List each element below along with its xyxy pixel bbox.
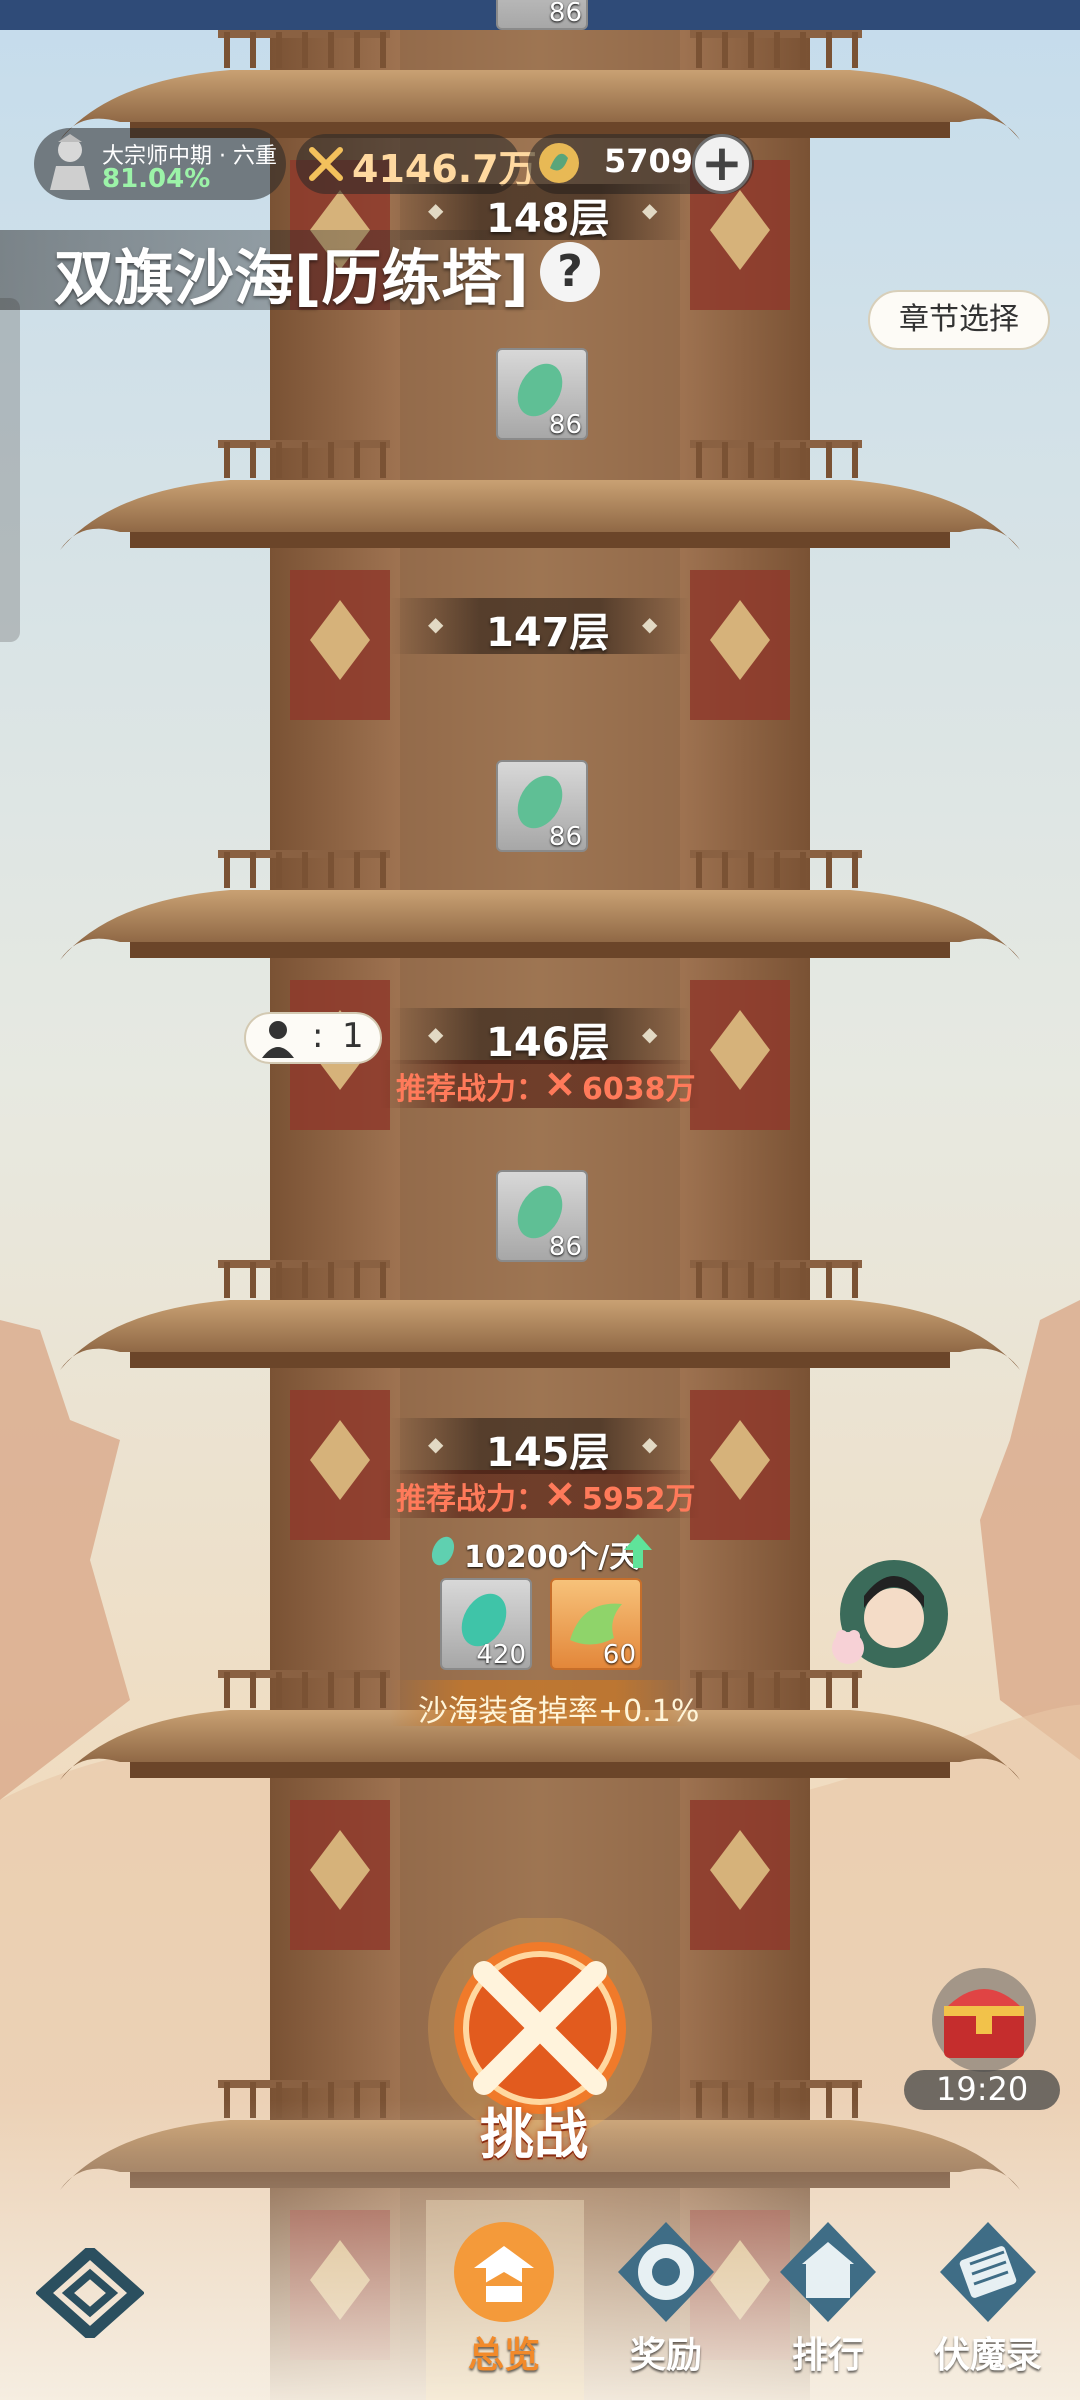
help-button[interactable]: ? [540, 242, 600, 302]
nav-label: 奖励 [629, 2335, 702, 2376]
chest-timer: 19:20 [936, 2070, 1029, 2108]
diamond-ornament-icon: ◆ [642, 612, 658, 636]
nav-label: 伏魔录 [933, 2335, 1042, 2376]
page-title: 双旗沙海[历练塔] [54, 244, 529, 314]
nav-item-demon-record[interactable]: 伏魔录 [918, 2216, 1058, 2396]
floor-label-147: 147层 [486, 610, 610, 656]
recommend-label: 推荐战力： [396, 1072, 546, 1107]
jade-coin-icon [539, 143, 579, 183]
nav-label: 总览 [467, 2335, 540, 2376]
arrow-up-icon [624, 1534, 652, 1568]
reward-count: 86 [548, 0, 582, 28]
player-count-value: 1 [342, 1016, 364, 1056]
reward-count: 420 [476, 1640, 526, 1670]
crossed-swords-icon [309, 147, 343, 181]
challenge-label[interactable]: 挑战 [480, 2090, 588, 2169]
add-currency-button[interactable]: + [692, 134, 752, 194]
recommend-value: 5952万 [582, 1482, 696, 1517]
recommend-label: 推荐战力： [396, 1482, 546, 1517]
pagoda-icon [454, 2222, 554, 2322]
diamond-ornament-icon: ◆ [428, 198, 444, 222]
pagoda-eave [130, 532, 950, 548]
pagoda-eave [130, 1352, 950, 1368]
player-count-separator: : [312, 1016, 324, 1056]
diamond-ornament-icon: ◆ [428, 612, 444, 636]
pagoda-eave [130, 1762, 950, 1778]
diamond-ornament-icon: ◆ [428, 1432, 444, 1456]
crossed-swords-icon [548, 1482, 572, 1506]
daily-output: 10200个/天 [464, 1540, 640, 1575]
nav-item-overview[interactable]: 总览 [434, 2216, 574, 2396]
ranking-icon [780, 2222, 876, 2322]
crossed-swords-icon [548, 1072, 572, 1096]
recommend-value: 6038万 [582, 1072, 696, 1107]
reward-count: 60 [602, 1640, 636, 1670]
nav-label: 排行 [791, 2335, 864, 2376]
reward-count: 86 [548, 1232, 582, 1262]
nav-item-rewards[interactable]: 奖励 [596, 2216, 736, 2396]
rank-progress-percent: 81.04% [102, 164, 211, 194]
treasure-chest-icon[interactable] [916, 1962, 1052, 2072]
user-icon [262, 1021, 294, 1058]
side-drawer-tab[interactable] [0, 298, 20, 642]
diamond-ornament-icon: ◆ [642, 1432, 658, 1456]
rank-emblem-icon [50, 134, 90, 190]
reward-count: 86 [548, 822, 582, 852]
currency-value: 5709 [604, 142, 694, 180]
diamond-ornament-icon: ◆ [642, 198, 658, 222]
drop-rate-bonus: 沙海装备掉率+0.1% [418, 1694, 700, 1729]
character-avatar[interactable] [820, 1556, 952, 1684]
chapter-select-button[interactable]: 章节选择 [868, 290, 1050, 350]
nav-item-ranking[interactable]: 排行 [758, 2216, 898, 2396]
diamond-ornament-icon: ◆ [642, 1022, 658, 1046]
menu-logo-icon[interactable] [36, 2248, 144, 2338]
reward-count: 86 [548, 410, 582, 440]
scroll-icon [940, 2222, 1036, 2322]
pagoda-eave [130, 942, 950, 958]
jade-leaf-icon [431, 1536, 455, 1566]
floor-label-148: 148层 [486, 196, 610, 242]
diamond-ornament-icon: ◆ [428, 1022, 444, 1046]
reward-icon [618, 2222, 714, 2322]
